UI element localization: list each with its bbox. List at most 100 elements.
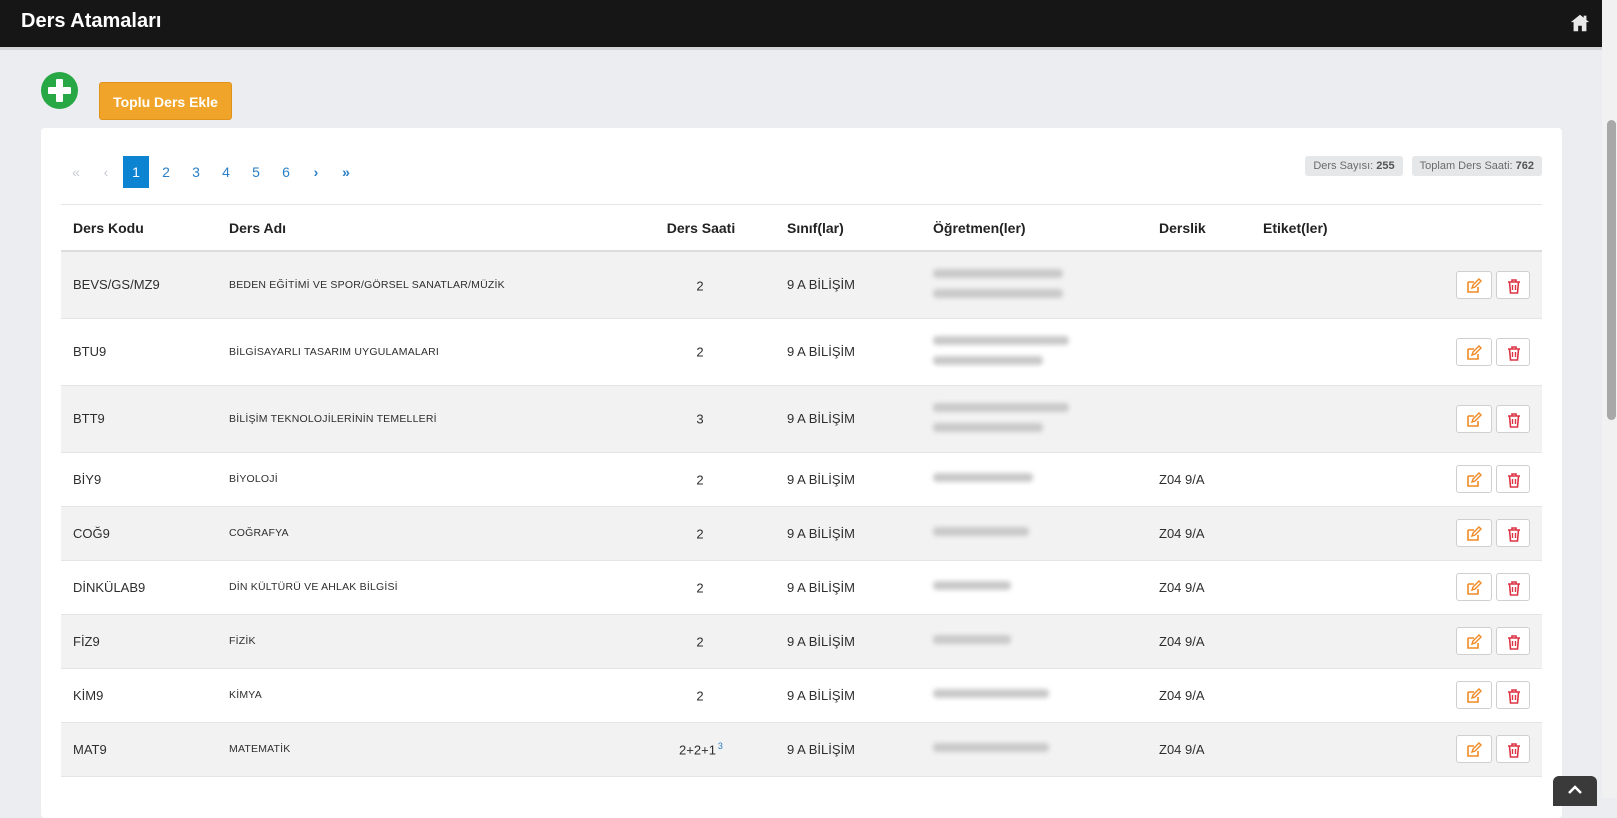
first-page-button[interactable]: « xyxy=(61,156,91,188)
lesson-tags xyxy=(1251,318,1430,386)
lesson-name: KİMYA xyxy=(217,668,627,723)
edit-button[interactable] xyxy=(1456,270,1492,299)
teacher-name-redacted xyxy=(933,473,1033,482)
teacher-name-redacted xyxy=(933,402,1069,412)
edit-button[interactable] xyxy=(1456,519,1492,547)
lesson-name: COĞRAFYA xyxy=(217,506,627,561)
page-3-button[interactable]: 3 xyxy=(181,156,211,188)
lesson-classroom xyxy=(1147,251,1251,319)
edit-button[interactable] xyxy=(1456,465,1492,493)
lesson-teachers xyxy=(921,251,1147,319)
hours-superscript: 3 xyxy=(717,740,723,751)
lesson-tags xyxy=(1251,668,1430,723)
edit-button[interactable] xyxy=(1456,337,1492,366)
delete-button[interactable] xyxy=(1496,465,1530,493)
lesson-classroom xyxy=(1147,385,1251,453)
lesson-teachers xyxy=(921,318,1147,386)
row-actions xyxy=(1430,452,1542,507)
page-5-button[interactable]: 5 xyxy=(241,156,271,188)
lesson-classroom: Z04 9/A xyxy=(1147,614,1251,669)
edit-button[interactable] xyxy=(1456,404,1492,433)
lesson-teachers xyxy=(921,722,1147,777)
row-actions xyxy=(1430,251,1542,319)
table-header-row: Ders Kodu Ders Adı Ders Saati Sınıf(lar)… xyxy=(61,204,1542,252)
next-page-button[interactable]: › xyxy=(301,156,331,188)
lesson-hours: 2 xyxy=(627,318,775,386)
table-row: KİM9 KİMYA 2 9 A BİLİŞİM Z04 9/A xyxy=(61,668,1542,723)
trash-icon xyxy=(1508,581,1520,596)
lesson-hours: 2 xyxy=(627,560,775,615)
table-row: BTT9 BİLİŞİM TEKNOLOJİLERİNİN TEMELLERİ 3 9… xyxy=(61,385,1542,453)
trash-icon xyxy=(1508,689,1520,704)
table-row: BİY9 BİYOLOJİ 2 9 A BİLİŞİM Z04 9/A xyxy=(61,452,1542,507)
col-lesson-name: Ders Adı xyxy=(217,204,627,252)
lesson-code: BTU9 xyxy=(61,318,217,386)
last-page-button[interactable]: » xyxy=(331,156,361,188)
table-row: COĞ9 COĞRAFYA 2 9 A BİLİŞİM Z04 9/A xyxy=(61,506,1542,561)
teacher-name-redacted xyxy=(933,355,1043,365)
edit-button[interactable] xyxy=(1456,681,1492,709)
row-actions xyxy=(1430,385,1542,453)
teacher-name-redacted xyxy=(933,422,1043,432)
page-1-button[interactable]: 1 xyxy=(123,156,149,188)
teacher-name-redacted xyxy=(933,527,1029,536)
delete-button[interactable] xyxy=(1496,627,1530,655)
table-row: BEVS/GS/MZ9 BEDEN EĞİTİMİ VE SPOR/GÖRSEL … xyxy=(61,251,1542,319)
page-2-button[interactable]: 2 xyxy=(151,156,181,188)
lesson-tags xyxy=(1251,560,1430,615)
page-scrollbar-thumb[interactable] xyxy=(1607,120,1616,420)
delete-button[interactable] xyxy=(1496,735,1530,763)
lessons-table: Ders Kodu Ders Adı Ders Saati Sınıf(lar)… xyxy=(61,204,1542,777)
lesson-classroom: Z04 9/A xyxy=(1147,506,1251,561)
page-4-button[interactable]: 4 xyxy=(211,156,241,188)
lesson-code: COĞ9 xyxy=(61,506,217,561)
edit-button[interactable] xyxy=(1456,573,1492,601)
lesson-tags xyxy=(1251,506,1430,561)
teacher-name-redacted xyxy=(933,268,1063,278)
page-6-button[interactable]: 6 xyxy=(271,156,301,188)
lesson-tags xyxy=(1251,452,1430,507)
bulk-add-lessons-button[interactable]: Toplu Ders Ekle xyxy=(99,82,232,120)
lesson-teachers xyxy=(921,560,1147,615)
col-lesson-hours: Ders Saati xyxy=(627,204,775,252)
pagination: « ‹ 1 2 3 4 5 6 › » xyxy=(61,156,361,188)
delete-button[interactable] xyxy=(1496,519,1530,547)
lesson-name: BİLGİSAYARLI TASARIM UYGULAMALARI xyxy=(217,318,627,386)
teacher-name-redacted xyxy=(933,689,1049,698)
trash-icon xyxy=(1508,345,1520,361)
delete-button[interactable] xyxy=(1496,573,1530,601)
lesson-assignments-card: « ‹ 1 2 3 4 5 6 › » Ders Sayısı: 255 Top… xyxy=(41,128,1562,818)
scroll-to-top-button[interactable] xyxy=(1553,776,1597,806)
edit-icon xyxy=(1467,277,1482,293)
app-header: Ders Atamaları xyxy=(0,0,1602,50)
edit-button[interactable] xyxy=(1456,735,1492,763)
teacher-name-redacted xyxy=(933,288,1063,298)
lesson-teachers xyxy=(921,614,1147,669)
lesson-code: BEVS/GS/MZ9 xyxy=(61,251,217,319)
lesson-hours: 2 xyxy=(627,506,775,561)
lesson-hours: 2 xyxy=(627,251,775,319)
stats: Ders Sayısı: 255 Toplam Ders Saati: 762 xyxy=(1305,156,1542,176)
plus-circle-icon[interactable] xyxy=(41,72,78,109)
home-icon[interactable] xyxy=(1569,12,1591,34)
trash-icon xyxy=(1508,412,1520,428)
edit-button[interactable] xyxy=(1456,627,1492,655)
delete-button[interactable] xyxy=(1496,270,1530,299)
trash-icon xyxy=(1508,635,1520,650)
delete-button[interactable] xyxy=(1496,337,1530,366)
delete-button[interactable] xyxy=(1496,404,1530,433)
prev-page-button[interactable]: ‹ xyxy=(91,156,121,188)
edit-icon xyxy=(1467,472,1482,487)
lesson-class: 9 A BİLİŞİM xyxy=(775,668,921,723)
row-actions xyxy=(1430,722,1542,777)
lesson-class: 9 A BİLİŞİM xyxy=(775,251,921,319)
lesson-name: BİLİŞİM TEKNOLOJİLERİNİN TEMELLERİ xyxy=(217,385,627,453)
teacher-name-redacted xyxy=(933,581,1011,590)
edit-icon xyxy=(1467,634,1482,649)
row-actions xyxy=(1430,560,1542,615)
delete-button[interactable] xyxy=(1496,681,1530,709)
col-classroom: Derslik xyxy=(1147,204,1251,252)
lesson-classroom: Z04 9/A xyxy=(1147,668,1251,723)
lesson-name: FİZİK xyxy=(217,614,627,669)
table-row: FİZ9 FİZİK 2 9 A BİLİŞİM Z04 9/A xyxy=(61,614,1542,669)
